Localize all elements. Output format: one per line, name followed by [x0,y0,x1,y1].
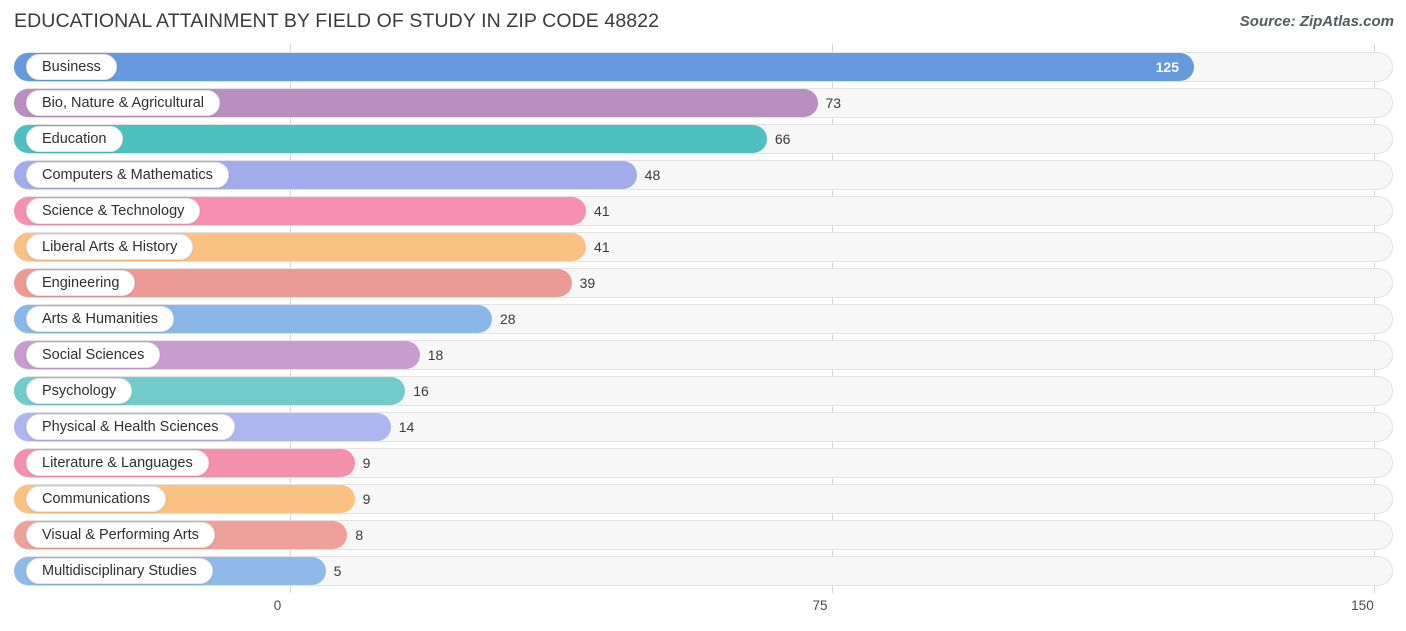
bar-row: Literature & Languages 9 [0,448,1406,478]
bar-row: Social Sciences 18 [0,340,1406,370]
x-axis: 0 75 150 [0,593,1406,631]
bar-category-text: Visual & Performing Arts [42,527,199,543]
bar-row: Computers & Mathematics 48 [0,160,1406,190]
bar-value-label: 9 [362,491,371,507]
bar-value-label: 48 [644,167,661,183]
bar-row: Psychology 16 [0,376,1406,406]
bar-category-label: Engineering [26,270,136,296]
bar-category-label: Science & Technology [26,198,201,224]
axis-tick-label: 0 [273,598,282,613]
bar-category-label: Computers & Mathematics [26,162,229,188]
bar-category-text: Bio, Nature & Agricultural [42,95,204,111]
bar-row: Multidisciplinary Studies 5 [0,556,1406,586]
bar-row: Science & Technology 41 [0,196,1406,226]
bar-category-text: Business [42,59,101,75]
bar-row: Bio, Nature & Agricultural 73 [0,88,1406,118]
bar-row: Physical & Health Sciences 14 [0,412,1406,442]
bar-value-label: 5 [333,563,342,579]
source-attribution: Source: ZipAtlas.com [1239,13,1394,30]
bar-category-text: Literature & Languages [42,455,193,471]
bar-category-text: Communications [42,491,150,507]
bar-row: Engineering 39 [0,268,1406,298]
bar-fill [14,125,767,153]
bar-category-text: Computers & Mathematics [42,167,213,183]
bar-row: Business 125 [0,52,1406,82]
bar-value-label: 41 [594,239,610,255]
bar-row: Education 66 [0,124,1406,154]
chart-plot-area: Business 125 Bio, Nature & Agricultural 73 E… [0,44,1406,593]
bar-category-text: Social Sciences [42,347,145,363]
axis-tick-label: 75 [812,598,828,613]
bar-value-label: 73 [825,95,842,111]
bar-category-label: Multidisciplinary Studies [26,558,213,584]
bar-category-text: Physical & Health Sciences [42,419,219,435]
bar-value-label: 39 [579,275,596,291]
bar-fill [14,53,1194,81]
bar-category-text: Arts & Humanities [42,311,159,327]
bar-value-label: 18 [427,347,444,363]
bar-value-label: 9 [362,455,371,471]
bar-value-label: 125 [1155,59,1179,75]
bar-category-label: Education [26,126,123,152]
bar-value-label: 8 [355,527,364,543]
bar-row: Communications 9 [0,484,1406,514]
page-title: EDUCATIONAL ATTAINMENT BY FIELD OF STUDY… [14,10,660,32]
bar-row: Visual & Performing Arts 8 [0,520,1406,550]
bar-category-label: Liberal Arts & History [26,234,194,260]
bar-category-label: Visual & Performing Arts [26,522,215,548]
bar-category-label: Literature & Languages [26,450,209,476]
bar-category-text: Engineering [42,275,120,291]
bar-rows: Business 125 Bio, Nature & Agricultural 73 E… [0,44,1406,593]
bar-category-label: Communications [26,486,166,512]
bar-category-label: Physical & Health Sciences [26,414,235,440]
bar-value-label: 41 [594,203,610,219]
bar-category-text: Science & Technology [42,203,185,219]
bar-category-text: Liberal Arts & History [42,239,178,255]
bar-category-label: Social Sciences [26,342,161,368]
bar-category-label: Psychology [26,378,133,404]
bar-category-text: Psychology [42,383,117,399]
bar-category-label: Business [26,54,117,80]
bar-value-label: 28 [500,311,516,327]
bar-category-label: Arts & Humanities [26,306,175,332]
chart-header: EDUCATIONAL ATTAINMENT BY FIELD OF STUDY… [0,0,1406,44]
bar-row: Liberal Arts & History 41 [0,232,1406,262]
bar-row: Arts & Humanities 28 [0,304,1406,334]
bar-value-label: 16 [413,383,429,399]
axis-tick-label: 150 [1351,598,1374,613]
bar-category-label: Bio, Nature & Agricultural [26,90,220,116]
bar-category-text: Multidisciplinary Studies [42,563,197,579]
bar-category-text: Education [42,131,107,147]
bar-value-label: 66 [774,131,791,147]
bar-value-label: 14 [398,419,415,435]
